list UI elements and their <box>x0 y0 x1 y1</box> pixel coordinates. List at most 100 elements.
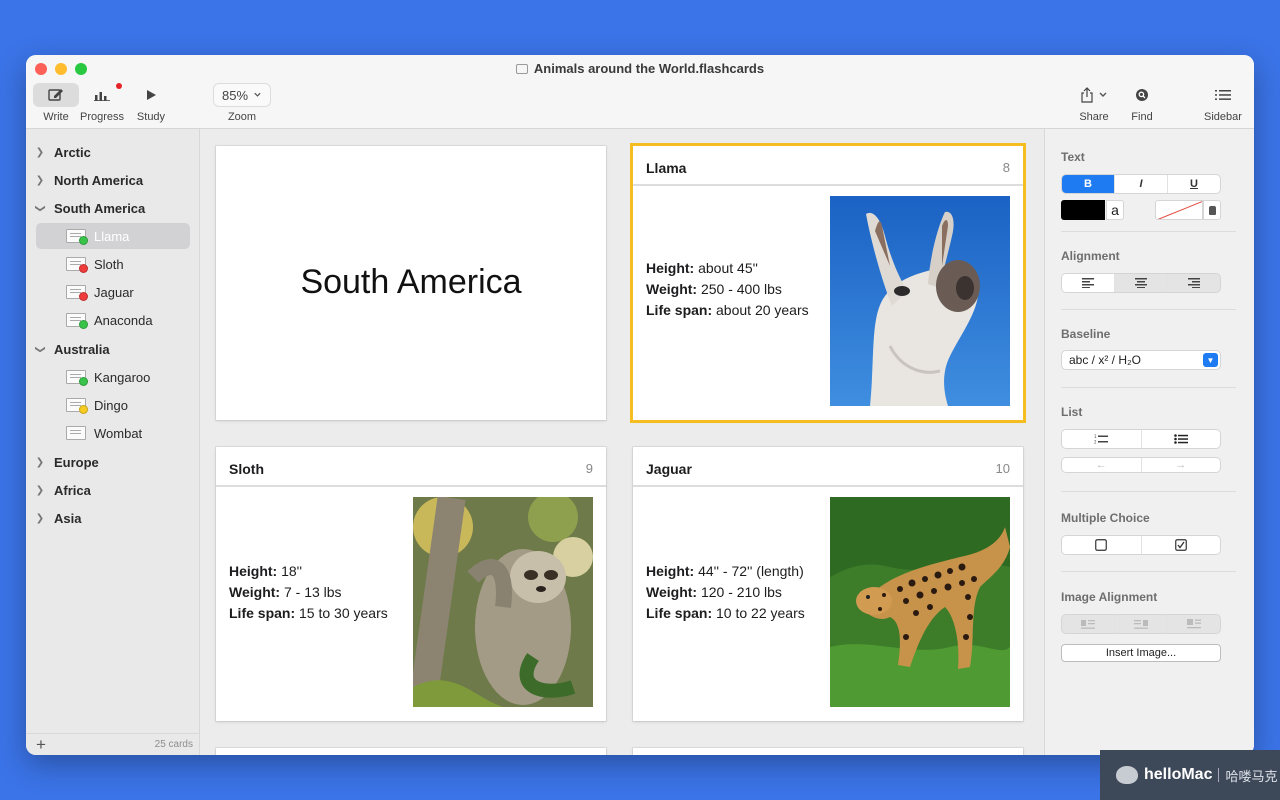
sidebar-label: Sidebar <box>1204 111 1242 123</box>
text-style-segmented-control[interactable]: B I U <box>1061 174 1221 194</box>
chevron-down-icon[interactable]: ❯ <box>35 194 46 222</box>
llama-image <box>830 196 1010 406</box>
align-left-button[interactable] <box>1062 274 1115 292</box>
fact-label: Weight: <box>646 281 698 297</box>
sloth-photo[interactable] <box>413 497 593 707</box>
chevron-right-icon[interactable]: ❯ <box>26 175 54 186</box>
progress-label: Progress <box>80 111 125 123</box>
progress-button[interactable]: Progress <box>80 83 124 123</box>
find-label: Find <box>1131 111 1153 123</box>
bold-button[interactable]: B <box>1062 175 1115 193</box>
write-label: Write <box>43 111 69 123</box>
align-center-button[interactable] <box>1115 274 1168 292</box>
multiple-choice-segmented-control[interactable] <box>1061 535 1221 555</box>
flashcard-sloth[interactable]: Sloth 9 Height: 18'' Weight: 7 - 13 lbs … <box>216 447 606 721</box>
sidebar-item-jaguar[interactable]: Jaguar <box>36 279 190 305</box>
flashcard-next-right[interactable] <box>633 748 1023 755</box>
sidebar-group-africa[interactable]: ❯ Africa <box>26 478 199 502</box>
chevron-down-icon[interactable]: ▼ <box>1203 353 1218 367</box>
card-divider <box>633 485 1023 487</box>
flashcard-llama[interactable]: Llama 8 Height: about 45'' Weight: 250 -… <box>630 143 1026 423</box>
chevron-right-icon[interactable]: ❯ <box>26 513 54 524</box>
italic-button[interactable]: I <box>1115 175 1168 193</box>
image-align-left-button[interactable] <box>1062 615 1115 633</box>
sidebar-group-asia[interactable]: ❯ Asia <box>26 506 199 530</box>
sidebar-group-north-america[interactable]: ❯ North America <box>26 168 199 192</box>
baseline-popup[interactable]: abc / x² / H₂O ▼ <box>1061 350 1221 370</box>
write-mode-button[interactable]: Write <box>33 83 79 123</box>
chevron-down-icon <box>254 92 261 97</box>
jaguar-photo[interactable] <box>830 497 1010 707</box>
sidebar-item-kangaroo[interactable]: Kangaroo <box>36 364 190 390</box>
align-left-icon <box>1082 278 1094 288</box>
flashcard-next-left[interactable] <box>216 748 606 755</box>
sidebar: ❯ Arctic ❯ North America ❯ South America… <box>26 129 200 755</box>
sidebar-item-llama[interactable]: Llama <box>36 223 190 249</box>
chevron-right-icon[interactable]: ❯ <box>26 147 54 158</box>
text-color-sample[interactable]: a <box>1106 200 1124 220</box>
multiple-choice-section-label: Multiple Choice <box>1061 511 1150 525</box>
bulleted-list-button[interactable] <box>1142 430 1221 448</box>
list-style-segmented-control[interactable]: 12 <box>1061 429 1221 449</box>
align-right-button[interactable] <box>1168 274 1220 292</box>
numbered-list-icon: 12 <box>1094 434 1109 444</box>
bulleted-list-icon <box>1173 434 1188 444</box>
text-section-label: Text <box>1061 150 1085 164</box>
zoom-control[interactable]: 85% Zoom <box>213 83 271 123</box>
card-divider <box>216 485 606 487</box>
card-number: 10 <box>995 461 1010 476</box>
chevron-right-icon[interactable]: ❯ <box>26 485 54 496</box>
align-center-icon <box>1135 278 1147 288</box>
sidebar-item-anaconda[interactable]: Anaconda <box>36 307 190 333</box>
sidebar-group-europe[interactable]: ❯ Europe <box>26 450 199 474</box>
chevron-down-icon[interactable]: ❯ <box>35 335 46 363</box>
image-align-full-button[interactable] <box>1168 615 1220 633</box>
highlight-color-well[interactable] <box>1155 200 1203 220</box>
sidebar-item-wombat[interactable]: Wombat <box>36 420 190 446</box>
fact-value: 250 - 400 lbs <box>697 281 782 297</box>
image-full-icon <box>1187 619 1201 629</box>
image-left-icon <box>1081 620 1095 629</box>
flashcard-jaguar[interactable]: Jaguar 10 Height: 44'' - 72'' (length) W… <box>633 447 1023 721</box>
bar-chart-icon <box>94 92 110 101</box>
text-color-well[interactable] <box>1061 200 1105 220</box>
unchecked-box-button[interactable] <box>1062 536 1142 554</box>
sidebar-item-dingo[interactable]: Dingo <box>36 392 190 418</box>
sidebar-group-label: Australia <box>54 341 110 357</box>
outdent-button[interactable]: ← <box>1062 458 1142 472</box>
list-section-label: List <box>1061 405 1083 419</box>
underline-button[interactable]: U <box>1168 175 1220 193</box>
alignment-segmented-control[interactable] <box>1061 273 1221 293</box>
indent-button[interactable]: → <box>1142 458 1221 472</box>
chevron-right-icon[interactable]: ❯ <box>26 457 54 468</box>
sidebar-item-sloth[interactable]: Sloth <box>36 251 190 277</box>
numbered-list-button[interactable]: 12 <box>1062 430 1142 448</box>
divider <box>1061 309 1236 310</box>
find-button[interactable]: Find <box>1125 83 1159 123</box>
sidebar-group-south-america[interactable]: ❯ South America <box>26 196 199 220</box>
card-facts: Height: about 45'' Weight: 250 - 400 lbs… <box>646 258 809 321</box>
checked-box-button[interactable] <box>1142 536 1221 554</box>
sidebar-item-label: Sloth <box>94 256 124 272</box>
list-indent-control[interactable]: ← → <box>1061 457 1221 473</box>
sidebar-group-label: Africa <box>54 482 91 498</box>
insert-image-button[interactable]: Insert Image... <box>1061 644 1221 662</box>
sidebar-group-australia[interactable]: ❯ Australia <box>26 337 199 361</box>
image-alignment-segmented-control[interactable] <box>1061 614 1221 634</box>
study-button[interactable]: Study <box>132 83 170 123</box>
sidebar-toggle-button[interactable]: Sidebar <box>1202 83 1244 123</box>
fact-label: Life span: <box>229 605 296 621</box>
section-title-card[interactable]: South America <box>216 146 606 420</box>
watermark-divider <box>1218 768 1220 782</box>
llama-photo[interactable] <box>830 196 1010 406</box>
card-title: Jaguar <box>646 461 692 477</box>
image-align-right-button[interactable] <box>1115 615 1168 633</box>
zoom-popup[interactable]: 85% <box>213 83 271 107</box>
sidebar-group-arctic[interactable]: ❯ Arctic <box>26 140 199 164</box>
status-dot-yellow <box>79 405 88 414</box>
zoom-value: 85% <box>222 87 249 103</box>
share-button[interactable]: Share <box>1074 83 1114 123</box>
add-icon[interactable]: + <box>36 735 46 755</box>
eyedropper-icon[interactable] <box>1203 200 1221 220</box>
zoom-label: Zoom <box>227 111 257 123</box>
